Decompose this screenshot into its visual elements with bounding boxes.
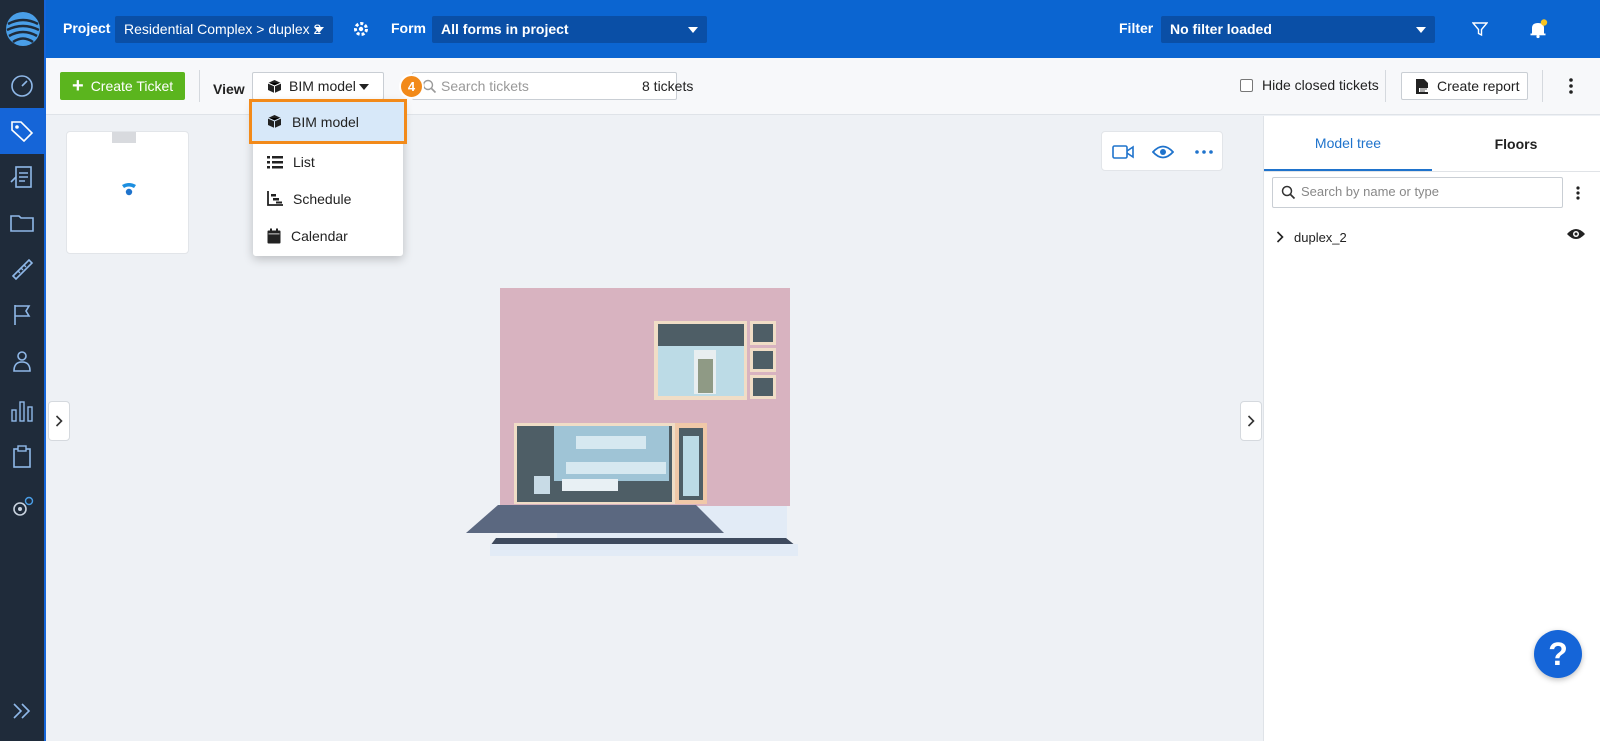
create-ticket-label: Create Ticket: [90, 78, 174, 94]
folder-icon[interactable]: [0, 200, 44, 246]
ticket-count: 8 tickets: [642, 78, 694, 94]
funnel-icon[interactable]: [1468, 17, 1492, 41]
menu-item-list[interactable]: List: [253, 143, 403, 180]
more-options-icon[interactable]: [1561, 74, 1581, 98]
menu-item-label: BIM model: [292, 113, 359, 130]
filter-label: Filter: [1119, 20, 1154, 36]
menu-item-label: Calendar: [291, 227, 348, 244]
form-label: Form: [391, 20, 426, 36]
tree-node-label: duplex_2: [1294, 229, 1347, 245]
filter-select[interactable]: No filter loaded: [1161, 16, 1435, 43]
dashboard-icon[interactable]: [0, 62, 44, 108]
help-button[interactable]: ?: [1534, 630, 1582, 678]
filter-value: No filter loaded: [1170, 21, 1272, 37]
divider: [199, 70, 200, 102]
tab-model-tree[interactable]: Model tree: [1264, 116, 1432, 172]
gear-icon[interactable]: [349, 17, 373, 41]
settings-icon[interactable]: [0, 484, 44, 530]
view-value: BIM model: [289, 78, 356, 94]
chevron-down-icon: [688, 27, 698, 33]
visibility-eye-icon[interactable]: [1151, 140, 1175, 164]
divider: [1542, 70, 1543, 102]
create-report-button[interactable]: Create report: [1401, 72, 1528, 100]
tree-search-input[interactable]: [1301, 184, 1556, 199]
form-value: All forms in project: [441, 21, 569, 37]
hide-closed-label: Hide closed tickets: [1262, 77, 1379, 93]
chevron-right-icon: [55, 415, 63, 427]
schedule-icon: [267, 191, 283, 206]
visibility-eye-icon[interactable]: [1566, 227, 1586, 241]
flag-icon[interactable]: [0, 292, 44, 338]
hide-closed-checkbox[interactable]: [1240, 78, 1253, 92]
building-model[interactable]: [466, 286, 806, 561]
clipboard-icon[interactable]: [0, 434, 44, 480]
measure-icon[interactable]: [0, 246, 44, 292]
tab-divider: [1264, 171, 1600, 172]
tree-options-icon[interactable]: [1568, 181, 1588, 205]
project-select[interactable]: Residential Complex > duplex 2: [115, 16, 333, 43]
navigation-cube[interactable]: [66, 131, 189, 254]
app-logo[interactable]: [4, 8, 42, 50]
viewer-toolbar: [1101, 131, 1223, 171]
analytics-icon[interactable]: [0, 388, 44, 434]
pdf-icon: [1416, 78, 1428, 94]
left-navigation-rail: [0, 0, 46, 741]
plus-icon: +: [72, 75, 84, 97]
tree-node[interactable]: duplex_2: [1276, 225, 1586, 249]
more-horizontal-icon[interactable]: [1192, 140, 1216, 164]
tab-floors[interactable]: Floors: [1432, 116, 1600, 172]
bim-viewer[interactable]: [46, 116, 1263, 741]
list-icon: [267, 155, 283, 168]
menu-item-label: List: [293, 153, 315, 170]
chevron-down-icon: [359, 84, 369, 90]
view-label: View: [213, 81, 245, 97]
chevron-right-icon: [1247, 415, 1255, 427]
ticket-search[interactable]: [412, 72, 677, 100]
calendar-icon: [267, 228, 281, 243]
project-label: Project: [63, 20, 111, 36]
form-select[interactable]: All forms in project: [432, 16, 707, 43]
create-report-label: Create report: [1437, 78, 1520, 94]
chevron-down-icon: [1416, 27, 1426, 33]
menu-item-bim-model[interactable]: BIM model: [249, 99, 407, 144]
search-icon: [422, 79, 437, 94]
hide-closed-toggle[interactable]: Hide closed tickets: [1240, 77, 1379, 93]
user-icon[interactable]: [0, 338, 44, 384]
bell-icon[interactable]: [1526, 17, 1550, 41]
cube-face: [112, 132, 136, 143]
expand-rail-icon[interactable]: [0, 688, 44, 734]
expand-left-panel-button[interactable]: [48, 401, 70, 441]
project-value: Residential Complex > duplex 2: [124, 21, 322, 37]
create-ticket-button[interactable]: + Create Ticket: [60, 72, 185, 100]
menu-item-label: Schedule: [293, 190, 352, 207]
expand-right-panel-button[interactable]: [1240, 401, 1262, 441]
documents-icon[interactable]: [0, 154, 44, 200]
step-badge: 4: [399, 74, 424, 99]
camera-position-icon: [122, 183, 136, 196]
menu-item-schedule[interactable]: Schedule: [253, 180, 403, 217]
cube-icon: [267, 79, 282, 93]
menu-item-calendar[interactable]: Calendar: [253, 217, 403, 254]
view-select[interactable]: BIM model: [252, 72, 384, 100]
search-icon: [1281, 185, 1296, 200]
top-bar: Project Residential Complex > duplex 2 F…: [46, 0, 1600, 58]
chevron-down-icon: [314, 27, 324, 33]
search-tickets-input[interactable]: [441, 78, 666, 94]
divider: [1385, 70, 1386, 102]
cube-icon: [267, 115, 282, 128]
chevron-right-icon[interactable]: [1276, 231, 1284, 243]
video-camera-icon[interactable]: [1111, 140, 1135, 164]
tickets-icon[interactable]: [0, 108, 44, 154]
view-dropdown-menu: BIM model List Schedule Calendar: [249, 99, 407, 256]
tree-search[interactable]: [1272, 177, 1563, 208]
